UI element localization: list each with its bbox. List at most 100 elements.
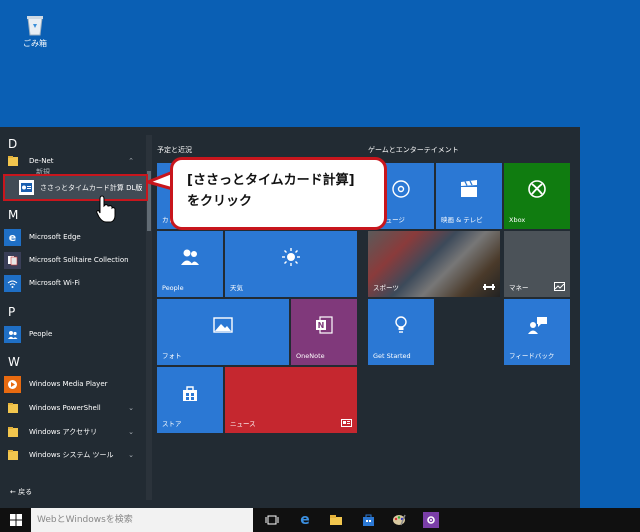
- tile-label: マネー: [509, 284, 529, 292]
- app-wifi[interactable]: Microsoft Wi-Fi: [4, 273, 140, 293]
- chevron-down-icon[interactable]: ⌄: [128, 451, 134, 459]
- tile-label: Get Started: [373, 352, 411, 360]
- taskbar-app-button[interactable]: [423, 512, 439, 528]
- tile-xbox[interactable]: Xbox: [504, 163, 570, 229]
- app-label: Microsoft Wi-Fi: [29, 279, 80, 287]
- taskbar-store-button[interactable]: [360, 512, 376, 528]
- store-icon: [157, 367, 223, 419]
- app-label: De-Net: [29, 157, 54, 165]
- app-label: Microsoft Edge: [29, 233, 81, 241]
- letter-header-m[interactable]: M: [8, 208, 18, 222]
- callout-line-1: [ささっとタイムカード計算]: [187, 173, 355, 188]
- letter-header-p[interactable]: P: [8, 305, 15, 319]
- app-microsoft-edge[interactable]: e Microsoft Edge: [4, 227, 140, 247]
- folder-icon: [330, 515, 342, 525]
- tile-photos[interactable]: フォト: [157, 299, 289, 365]
- app-label: Windows アクセサリ: [29, 428, 98, 436]
- chevron-up-icon[interactable]: ⌃: [128, 157, 134, 165]
- tile-label: スポーツ: [373, 284, 399, 292]
- back-label: 戻る: [18, 488, 33, 496]
- tile-onenote[interactable]: N OneNote: [291, 299, 357, 365]
- recycle-bin-icon: [27, 16, 43, 36]
- edge-icon: e: [300, 512, 310, 528]
- app-label: People: [29, 330, 53, 338]
- app-people[interactable]: People: [4, 324, 140, 344]
- folder-icon: [4, 447, 21, 464]
- folder-icon: [4, 400, 21, 417]
- paint-palette-icon: [393, 514, 406, 526]
- instruction-callout: [ささっとタイムカード計算] をクリック: [170, 157, 387, 230]
- feedback-icon: [504, 299, 570, 351]
- svg-text:N: N: [318, 321, 325, 330]
- tile-label: ストア: [162, 420, 182, 428]
- wifi-icon: [4, 274, 21, 292]
- news-icon: [341, 419, 352, 429]
- onenote-icon: N: [291, 299, 357, 351]
- clapperboard-icon: [436, 163, 502, 215]
- tile-label: OneNote: [296, 352, 325, 360]
- app-label: Windows システム ツール: [29, 451, 114, 459]
- taskbar-search-input[interactable]: WebとWindowsを検索: [31, 508, 253, 532]
- tile-label: 映画 & テレビ: [441, 216, 483, 224]
- app-media-player[interactable]: Windows Media Player: [4, 374, 140, 394]
- folder-icon: [4, 424, 21, 441]
- section-title-left[interactable]: 予定と近況: [157, 145, 192, 155]
- taskbar-paint-button[interactable]: [391, 512, 407, 528]
- letter-header-w[interactable]: W: [8, 355, 20, 369]
- app-accessories[interactable]: Windows アクセサリ ⌄: [4, 422, 140, 442]
- chevron-down-icon[interactable]: ⌄: [128, 404, 134, 412]
- tile-label: Xbox: [509, 216, 526, 224]
- sports-icon: [483, 283, 495, 293]
- back-button[interactable]: ← 戻る: [10, 487, 32, 497]
- taskbar-explorer-button[interactable]: [328, 512, 344, 528]
- mouse-cursor-icon: [96, 195, 116, 223]
- edge-icon: e: [4, 228, 21, 246]
- start-button[interactable]: [0, 508, 31, 532]
- taskbar-edge-button[interactable]: e: [297, 512, 313, 528]
- recycle-bin[interactable]: ごみ箱: [18, 14, 52, 49]
- tile-movies-tv[interactable]: 映画 & テレビ: [436, 163, 502, 229]
- people-icon: [4, 325, 21, 343]
- letter-header-d[interactable]: D: [8, 137, 17, 151]
- cards-icon: [4, 251, 21, 269]
- tile-sports[interactable]: スポーツ: [368, 231, 500, 297]
- chevron-down-icon[interactable]: ⌄: [128, 428, 134, 436]
- tile-label: 天気: [230, 284, 243, 292]
- tile-feedback[interactable]: フィードバック: [504, 299, 570, 365]
- tile-people[interactable]: People: [157, 231, 223, 297]
- store-icon: [362, 514, 374, 526]
- app-system-tools[interactable]: Windows システム ツール ⌄: [4, 445, 140, 465]
- tile-store[interactable]: ストア: [157, 367, 223, 433]
- app-label: ささっとタイムカード計算 DL版: [40, 183, 143, 192]
- tile-news[interactable]: ニュース: [225, 367, 357, 433]
- xbox-icon: [504, 163, 570, 215]
- sun-icon: [225, 231, 357, 283]
- tile-weather[interactable]: 天気: [225, 231, 357, 297]
- timecard-app-icon: [19, 180, 34, 195]
- media-player-icon: [4, 375, 21, 393]
- chart-icon: [554, 282, 565, 293]
- app-label: Microsoft Solitaire Collection: [29, 256, 129, 264]
- tile-money[interactable]: マネー: [504, 231, 570, 297]
- app-powershell[interactable]: Windows PowerShell ⌄: [4, 398, 140, 418]
- app-solitaire[interactable]: Microsoft Solitaire Collection: [4, 250, 140, 270]
- lightbulb-icon: [368, 299, 434, 351]
- section-title-right[interactable]: ゲームとエンターテイメント: [368, 145, 459, 155]
- tile-label: People: [162, 284, 184, 292]
- tile-label: フォト: [162, 352, 182, 360]
- tile-get-started[interactable]: Get Started: [368, 299, 434, 365]
- tile-label: フィードバック: [509, 352, 555, 360]
- gear-icon: [427, 516, 435, 524]
- task-view-icon: [265, 515, 279, 525]
- task-view-button[interactable]: [264, 512, 280, 528]
- tile-label: ニュース: [230, 420, 256, 428]
- arrow-left-icon: ←: [10, 488, 16, 496]
- people-icon: [157, 231, 223, 283]
- app-denet-folder[interactable]: De-Net ⌃: [4, 151, 140, 171]
- app-label: Windows Media Player: [29, 380, 108, 388]
- app-sasatto-timecard[interactable]: ささっとタイムカード計算 DL版: [3, 174, 148, 201]
- callout-line-2: をクリック: [187, 194, 253, 209]
- taskbar: WebとWindowsを検索 e: [0, 508, 640, 532]
- recycle-bin-label: ごみ箱: [23, 39, 47, 48]
- windows-logo-icon: [9, 514, 22, 526]
